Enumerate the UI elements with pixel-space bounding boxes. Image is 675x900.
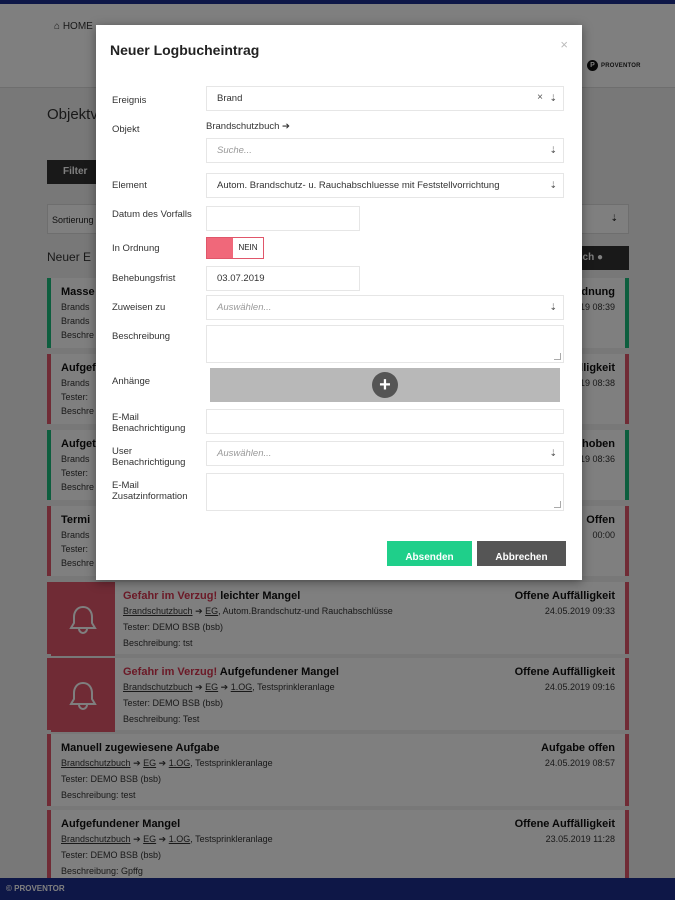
beschreibung-label: Beschreibung	[112, 331, 171, 342]
toggle-knob	[207, 238, 233, 258]
objekt-search-input[interactable]: Suche... ⇣	[206, 138, 564, 163]
chevron-down-icon: ⇣	[549, 145, 557, 155]
chevron-down-icon: ⇣	[549, 93, 557, 103]
add-attachment-icon[interactable]: +	[372, 372, 398, 398]
email-label: E-Mail Benachrichtigung	[112, 412, 186, 434]
element-select[interactable]: Autom. Brandschutz- u. Rauchabschluesse …	[206, 173, 564, 198]
close-icon[interactable]: ×	[560, 37, 568, 52]
email-info-label: E-Mail Zusatzinformation	[112, 480, 188, 502]
anhaenge-label: Anhänge	[112, 376, 151, 387]
datum-label: Datum des Vorfalls	[112, 209, 192, 220]
user-select[interactable]: Auswählen... ⇣	[206, 441, 564, 466]
objekt-path[interactable]: Brandschutzbuch ➔	[206, 121, 290, 132]
datum-input[interactable]	[206, 206, 360, 231]
cancel-button[interactable]: Abbrechen	[477, 541, 566, 566]
ereignis-label: Ereignis	[112, 95, 147, 106]
submit-button[interactable]: Absenden	[387, 541, 472, 566]
element-label: Element	[112, 180, 147, 191]
ereignis-select[interactable]: Brand × ⇣	[206, 86, 564, 111]
chevron-down-icon: ⇣	[549, 302, 557, 312]
user-label: User Benachrichtigung	[112, 446, 186, 468]
in-ordnung-label: In Ordnung	[112, 243, 160, 254]
beschreibung-textarea[interactable]	[206, 325, 564, 363]
dialog-title: Neuer Logbucheintrag	[110, 42, 260, 58]
email-input[interactable]	[206, 409, 564, 434]
chevron-down-icon: ⇣	[549, 448, 557, 458]
behebungsfrist-input[interactable]: 03.07.2019	[206, 266, 360, 291]
zuweisen-label: Zuweisen zu	[112, 302, 166, 313]
attachment-dropzone[interactable]: +	[210, 368, 560, 402]
objekt-label: Objekt	[112, 124, 140, 135]
toggle-label: NEIN	[233, 238, 263, 258]
zuweisen-select[interactable]: Auswählen... ⇣	[206, 295, 564, 320]
new-logbook-entry-dialog: Neuer Logbucheintrag × Ereignis Brand × …	[96, 25, 582, 580]
in-ordnung-toggle[interactable]: NEIN	[206, 237, 264, 259]
chevron-down-icon: ⇣	[549, 180, 557, 190]
email-info-textarea[interactable]	[206, 473, 564, 511]
clear-icon[interactable]: ×	[537, 92, 543, 103]
behebungsfrist-label: Behebungsfrist	[112, 273, 176, 284]
